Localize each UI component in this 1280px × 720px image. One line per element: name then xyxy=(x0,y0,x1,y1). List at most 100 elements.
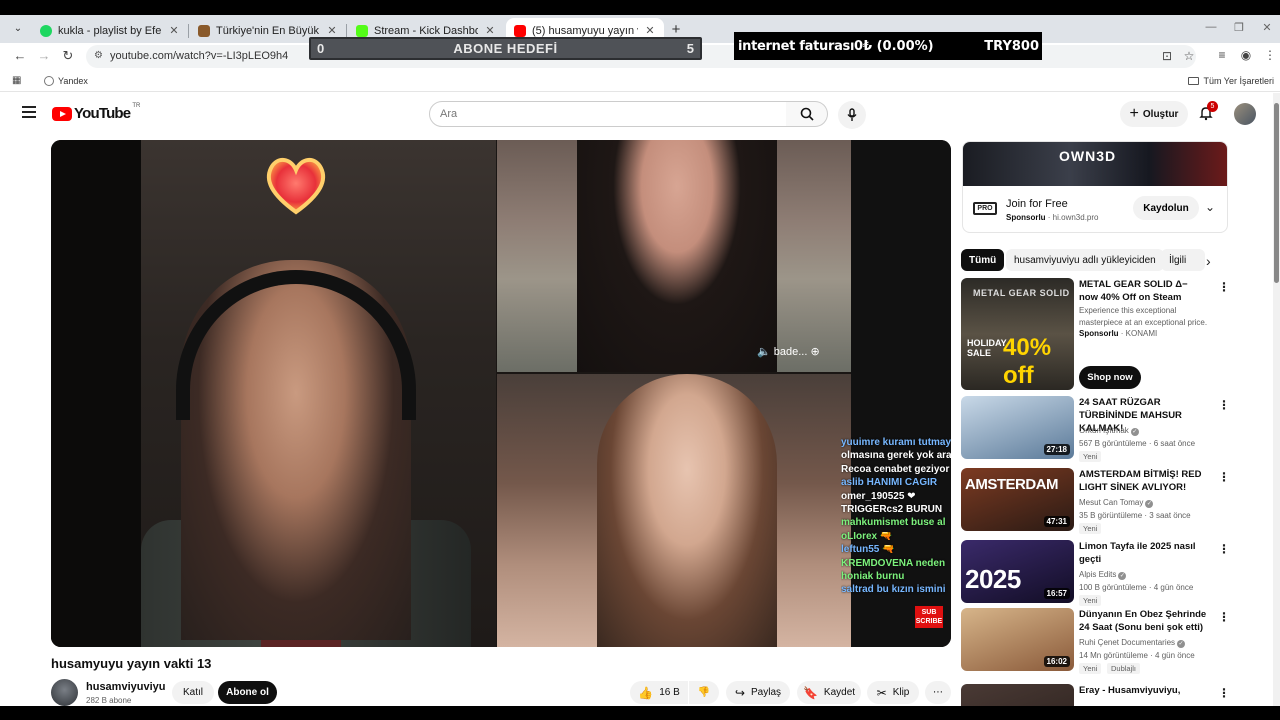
sponsored-recommendation[interactable]: METAL GEAR SOLID HOLIDAY SALE 40% off ME… xyxy=(961,278,1230,391)
rec-title[interactable]: Eray - Husamviyuviyu, xyxy=(1079,684,1209,697)
more-icon: ⋯ xyxy=(933,687,943,698)
rec-channel[interactable]: Orkun Işıtmak ✓ xyxy=(1079,424,1139,437)
channel-avatar[interactable] xyxy=(51,679,78,706)
rec-title[interactable]: AMSTERDAM BİTMİŞ! RED LIGHT SİNEK AVLIYO… xyxy=(1079,468,1209,494)
more-options-icon[interactable]: ⋮ xyxy=(1218,542,1230,556)
close-icon[interactable]: ✕ xyxy=(326,24,338,37)
tab-search-button[interactable]: ⌄ xyxy=(10,20,26,36)
close-icon[interactable]: ✕ xyxy=(484,24,496,37)
search-button[interactable] xyxy=(786,101,828,127)
maximize-button[interactable]: ❐ xyxy=(1232,21,1246,34)
recommendation-item[interactable]: AMSTERDAM 47:31 AMSTERDAM BİTMİŞ! RED LIGH… xyxy=(961,468,1230,534)
site-info-icon[interactable]: ⚙ xyxy=(94,50,103,61)
chip-related[interactable]: İlgili xyxy=(1161,249,1205,271)
tab-label: kukla - playlist by Efe | Spotify xyxy=(58,24,162,37)
browser-menu-icon[interactable]: ⋮ xyxy=(1262,48,1278,62)
screen-bottom-border xyxy=(0,706,1280,720)
shop-now-button[interactable]: Shop now xyxy=(1079,366,1141,389)
window-close-button[interactable]: ✕ xyxy=(1260,21,1274,34)
bookmark-yandex[interactable]: Yandex xyxy=(44,76,88,86)
rec-title[interactable]: Limon Tayfa ile 2025 nasıl geçti xyxy=(1079,540,1209,566)
new-tab-button[interactable]: + xyxy=(668,21,684,38)
tab-divider xyxy=(188,24,189,38)
ad-description: Experience this exceptional masterpiece … xyxy=(1079,306,1208,327)
video-duration: 27:18 xyxy=(1043,444,1070,455)
ad-signup-button[interactable]: Kaydolun xyxy=(1133,196,1199,220)
youtube-logo[interactable]: YouTube TR xyxy=(52,103,140,122)
video-thumbnail[interactable]: 2025 16:57 xyxy=(961,540,1074,603)
notification-count: 5 xyxy=(1207,101,1218,112)
clip-label: Klip xyxy=(892,687,910,698)
recommendation-item[interactable]: 27:18 24 SAAT RÜZGAR TÜRBİNİNDE MAHSUR KA… xyxy=(961,396,1230,462)
voice-search-button[interactable] xyxy=(838,101,866,129)
media-controls-icon[interactable]: ≡ xyxy=(1214,48,1230,62)
shop-now-label: Shop now xyxy=(1087,372,1133,383)
ad-banner[interactable]: OWN3D xyxy=(963,142,1227,186)
more-actions-button[interactable]: ⋯ xyxy=(925,681,951,704)
chevron-down-icon[interactable]: ⌄ xyxy=(1205,200,1215,214)
rec-channel[interactable]: Alpis Edits ✓ xyxy=(1079,568,1127,581)
chevron-right-icon[interactable]: › xyxy=(1206,253,1211,269)
donation-value: 0₺ (0.00%) xyxy=(854,39,934,54)
bookmark-icon: 🔖 xyxy=(802,685,818,700)
reload-button[interactable]: ↻ xyxy=(60,48,76,64)
recommendation-item[interactable]: 16:02 Dünyanın En Obez Şehrinde 24 Saat (… xyxy=(961,608,1230,674)
chat-message: olmasına gerek yok ara xyxy=(841,450,951,462)
search-input[interactable]: Ara xyxy=(429,101,787,127)
chip-label: Tümü xyxy=(969,254,997,266)
chip-all[interactable]: Tümü xyxy=(961,249,1005,271)
all-bookmarks[interactable]: Tüm Yer İşaretleri xyxy=(1188,76,1274,86)
scrollbar-thumb[interactable] xyxy=(1274,103,1279,283)
create-button[interactable]: + Oluştur xyxy=(1120,101,1188,127)
minimize-button[interactable]: — xyxy=(1204,21,1218,33)
page-scrollbar[interactable] xyxy=(1273,93,1280,706)
sidebar-ad[interactable]: OWN3D PRO Join for Free Sponsorlu · hi.o… xyxy=(962,141,1228,233)
profile-icon[interactable]: ◉ xyxy=(1238,48,1254,62)
subscribe-button[interactable]: Abone ol xyxy=(218,681,277,704)
more-options-icon[interactable]: ⋮ xyxy=(1218,610,1230,624)
more-options-icon[interactable]: ⋮ xyxy=(1218,470,1230,484)
close-icon[interactable]: ✕ xyxy=(168,24,180,37)
more-options-icon[interactable]: ⋮ xyxy=(1218,398,1230,412)
ad-thumbnail[interactable]: METAL GEAR SOLID HOLIDAY SALE 40% off xyxy=(961,278,1074,390)
join-button[interactable]: Katıl xyxy=(172,681,214,704)
rec-channel[interactable]: Ruhi Çenet Documentaries ✓ xyxy=(1079,636,1186,649)
channel-name[interactable]: husamviyuviyu xyxy=(86,681,165,693)
tab-spotify[interactable]: kukla - playlist by Efe | Spotify ✕ xyxy=(32,18,188,43)
video-thumbnail[interactable]: AMSTERDAM 47:31 xyxy=(961,468,1074,531)
forward-button[interactable]: → xyxy=(36,48,52,64)
share-button[interactable]: ↪ Paylaş xyxy=(726,681,790,704)
notifications-button[interactable]: 5 xyxy=(1198,101,1218,123)
dislike-button[interactable]: 👎 xyxy=(689,681,719,704)
save-button[interactable]: 🔖 Kaydet xyxy=(797,681,861,704)
apps-grid-icon[interactable]: ▦ xyxy=(12,75,21,86)
video-player[interactable]: 🔈 bade... ⊕ yuuimre kuramı tutmay olmasın… xyxy=(51,140,951,647)
recommendation-item[interactable]: 2025 16:57 Limon Tayfa ile 2025 nasıl geçt… xyxy=(961,540,1230,606)
like-button[interactable]: 👍 16 B xyxy=(630,681,688,704)
chat-message: leftun55 🔫 xyxy=(841,544,895,556)
all-bookmarks-label: Tüm Yer İşaretleri xyxy=(1203,76,1274,86)
ad-title[interactable]: Join for Free xyxy=(1006,198,1068,210)
folder-icon xyxy=(1188,77,1200,85)
rec-title[interactable]: METAL GEAR SOLID Δ− now 40% Off on Steam xyxy=(1079,278,1209,304)
video-duration: 16:57 xyxy=(1043,588,1070,599)
more-options-icon[interactable]: ⋮ xyxy=(1218,686,1230,700)
install-app-icon[interactable]: ⊡ xyxy=(1160,49,1174,63)
back-button[interactable]: ← xyxy=(12,48,28,64)
bookmark-star-icon[interactable]: ☆ xyxy=(1182,49,1196,63)
more-options-icon[interactable]: ⋮ xyxy=(1218,280,1230,294)
new-badge: Yeni xyxy=(1079,663,1102,674)
advertiser-name: KONAMI xyxy=(1125,329,1158,338)
rec-title[interactable]: Dünyanın En Obez Şehrinde 24 Saat (Sonu … xyxy=(1079,608,1209,634)
video-thumbnail[interactable]: 16:02 xyxy=(961,608,1074,671)
rec-channel[interactable]: Mesut Can Tomay ✓ xyxy=(1079,496,1154,509)
account-avatar[interactable] xyxy=(1234,103,1256,125)
guest-camera-bottom xyxy=(497,374,851,647)
close-icon[interactable]: ✕ xyxy=(644,24,656,37)
chip-from-uploader[interactable]: husamviyuviyu adlı yükleyiciden xyxy=(1006,249,1164,271)
clip-button[interactable]: ✂ Klip xyxy=(867,681,919,704)
mute-indicator[interactable]: 🔈 bade... ⊕ xyxy=(757,345,820,358)
thumbs-down-icon: 👎 xyxy=(697,687,711,698)
video-thumbnail[interactable]: 27:18 xyxy=(961,396,1074,459)
menu-icon[interactable] xyxy=(22,106,36,118)
